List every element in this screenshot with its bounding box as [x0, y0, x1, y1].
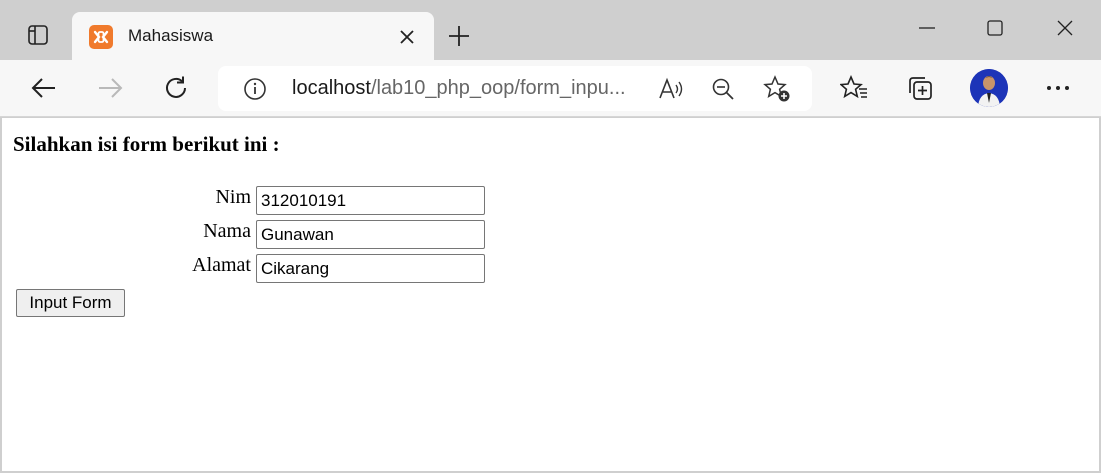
info-icon[interactable] [242, 76, 268, 102]
tab-actions-icon [28, 25, 48, 45]
back-icon [31, 78, 55, 98]
minimize-icon [919, 27, 935, 29]
nama-label: Nama [203, 220, 251, 242]
alamat-input[interactable] [256, 254, 485, 283]
input-form-button[interactable]: Input Form [16, 289, 125, 317]
nim-label: Nim [215, 186, 251, 208]
maximize-button[interactable] [972, 8, 1018, 48]
refresh-icon [166, 76, 186, 98]
favorites-button[interactable] [834, 68, 874, 108]
address-bar[interactable]: localhost/lab10_php_oop/form_inpu... [218, 66, 812, 111]
favorites-icon [840, 75, 867, 99]
tab-strip: Mahasiswa [0, 0, 1101, 60]
add-favorite-icon[interactable] [762, 74, 792, 104]
forward-button[interactable] [90, 68, 130, 108]
minimize-button[interactable] [904, 8, 950, 48]
close-icon [400, 30, 414, 44]
close-icon [1057, 20, 1073, 36]
new-tab-button[interactable] [440, 18, 478, 54]
window-close-button[interactable] [1042, 8, 1088, 48]
forward-icon [99, 78, 123, 98]
read-aloud-icon[interactable] [656, 74, 686, 104]
more-icon [1047, 86, 1069, 90]
url-path: /lab10_php_oop/form_inpu... [370, 77, 626, 99]
refresh-button[interactable] [156, 68, 196, 108]
plus-icon [449, 26, 469, 46]
more-button[interactable] [1038, 68, 1078, 108]
maximize-icon [987, 20, 1003, 36]
tab-active[interactable]: Mahasiswa [72, 12, 434, 60]
xampp-icon [89, 25, 113, 49]
close-tab-button[interactable] [394, 24, 420, 50]
tab-actions-button[interactable] [14, 14, 62, 56]
collections-icon [909, 77, 932, 100]
page-content: Silahkan isi form berikut ini : Nim Nama… [2, 118, 1099, 471]
browser-toolbar: localhost/lab10_php_oop/form_inpu... [0, 60, 1101, 117]
tab-title: Mahasiswa [128, 26, 214, 45]
collections-button[interactable] [900, 68, 940, 108]
alamat-label: Alamat [192, 254, 251, 276]
url-text[interactable]: localhost/lab10_php_oop/form_inpu... [292, 77, 648, 100]
nim-input[interactable] [256, 186, 485, 215]
zoom-out-icon[interactable] [708, 74, 738, 104]
page-heading: Silahkan isi form berikut ini : [13, 132, 280, 156]
nama-input[interactable] [256, 220, 485, 249]
profile-avatar[interactable] [970, 69, 1008, 107]
back-button[interactable] [24, 68, 64, 108]
url-host: localhost [292, 77, 371, 99]
